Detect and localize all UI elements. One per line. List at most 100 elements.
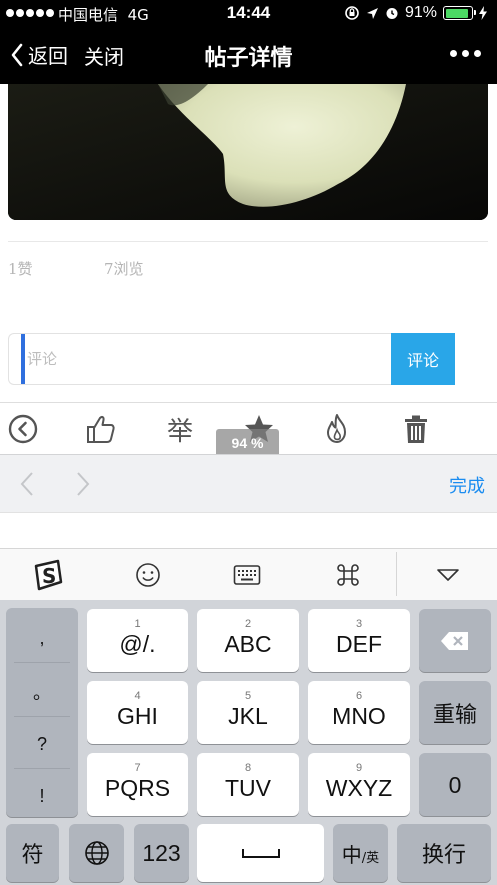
back-button[interactable]: 返回 (10, 40, 68, 69)
space-bar-icon (241, 849, 280, 858)
key-letters: MNO (332, 702, 386, 729)
top-bar: 中国电信 4G 14:44 91% 返回 关闭 帖子详情 (0, 0, 497, 84)
key-number: 2 (244, 617, 252, 630)
key-letters: JKL (228, 702, 268, 729)
globe-key[interactable] (69, 824, 124, 882)
battery-level-fill (445, 8, 469, 18)
post-image[interactable] (8, 84, 488, 220)
more-dot-icon (450, 50, 457, 57)
punct-key-comma[interactable]: , (6, 612, 78, 664)
key-8[interactable]: 8 TUV (197, 753, 299, 816)
comment-input[interactable] (27, 334, 387, 384)
nav-bar: 返回 关闭 帖子详情 (0, 28, 497, 84)
punct-divider (14, 716, 70, 717)
ime-toolbar: S (0, 548, 497, 600)
divider (8, 241, 488, 242)
charging-bolt-icon (479, 6, 487, 20)
emoji-button[interactable] (118, 549, 178, 601)
punct-key-exclaim[interactable]: ! (6, 770, 78, 822)
key-2[interactable]: 2 ABC (197, 609, 299, 672)
retype-label: 重输 (432, 702, 477, 728)
key-0[interactable]: 0 (419, 753, 491, 816)
trash-icon (405, 415, 427, 443)
post-photo (8, 84, 488, 220)
language-main: 中 (341, 842, 362, 867)
key-letters: WXYZ (325, 774, 393, 801)
keyboard-switch-button[interactable] (217, 549, 277, 601)
battery-percent: 91% (404, 4, 437, 21)
key-7[interactable]: 7 PQRS (87, 753, 188, 816)
return-label: 换行 (421, 843, 466, 868)
return-key[interactable]: 换行 (397, 824, 491, 882)
hide-keyboard-button[interactable] (418, 549, 478, 601)
previous-field-button[interactable] (12, 469, 42, 499)
punct-key-question[interactable]: ? (6, 718, 78, 770)
key-number: 8 (244, 761, 252, 774)
symbol-key[interactable]: 符 (6, 824, 59, 882)
sogou-logo-icon: S (34, 559, 63, 591)
key-letters: PQRS (104, 774, 171, 801)
key-6[interactable]: 6 MNO (308, 681, 410, 744)
punct-key-period[interactable]: 。 (6, 666, 78, 718)
symbol-label: 符 (21, 843, 44, 868)
chevron-left-icon (11, 43, 23, 66)
key-1[interactable]: 1 @/. (87, 609, 188, 672)
delete-button[interactable] (396, 411, 436, 447)
language-sub: /英 (361, 850, 380, 866)
more-dot-icon (462, 50, 469, 57)
location-arrow-icon (366, 7, 378, 19)
status-bar: 中国电信 4G 14:44 91% (0, 0, 497, 28)
backspace-key[interactable] (419, 609, 491, 672)
key-letters: GHI (117, 702, 158, 729)
key-letters: DEF (336, 630, 382, 657)
punct-divider (14, 768, 70, 769)
close-button[interactable]: 关闭 (84, 41, 124, 70)
backspace-icon (441, 631, 468, 650)
back-circle-icon (8, 414, 38, 444)
key-zero-label: 0 (448, 771, 462, 798)
ime-separator (396, 552, 397, 596)
text-cursor (21, 334, 25, 384)
retype-key[interactable]: 重输 (419, 681, 491, 744)
page-title: 帖子详情 (204, 46, 293, 71)
likes-count: 1赞 (8, 260, 33, 278)
hot-button[interactable] (317, 411, 357, 447)
language-label: 中/英 (342, 839, 379, 868)
key-3[interactable]: 3 DEF (308, 609, 410, 672)
status-right-group: 91% (344, 4, 487, 22)
smiley-icon (136, 563, 160, 587)
keyboard-icon (233, 565, 261, 585)
comment-submit-button[interactable]: 评论 (391, 333, 455, 385)
key-4[interactable]: 4 GHI (87, 681, 188, 744)
space-key[interactable] (197, 824, 324, 882)
like-button[interactable] (81, 411, 121, 447)
keyboard-candidate-area (0, 512, 497, 548)
key-number: 9 (355, 761, 363, 774)
punct-divider (14, 662, 70, 663)
key-number: 5 (244, 689, 252, 702)
key-letters: ABC (224, 630, 272, 657)
key-number: 6 (355, 689, 363, 702)
key-letters: @/. (119, 630, 156, 657)
key-5[interactable]: 5 JKL (197, 681, 299, 744)
more-options-button[interactable] (450, 50, 481, 57)
thumbs-up-icon (87, 415, 115, 443)
report-button[interactable]: 举 (160, 411, 200, 447)
done-button[interactable]: 完成 (449, 472, 485, 498)
number-mode-label: 123 (142, 840, 181, 866)
command-button[interactable] (318, 549, 378, 601)
number-mode-key[interactable]: 123 (134, 824, 189, 882)
orientation-lock-icon (345, 6, 359, 20)
chevron-left-icon (20, 472, 33, 496)
next-field-button[interactable] (68, 469, 98, 499)
more-dot-icon (474, 50, 481, 57)
battery-icon (443, 6, 476, 20)
key-number: 4 (134, 689, 141, 702)
svg-text:S: S (42, 564, 56, 588)
back-circle-button[interactable] (3, 411, 43, 447)
triangle-down-icon (437, 569, 459, 581)
globe-icon (84, 841, 109, 865)
language-switch-key[interactable]: 中/英 (333, 824, 388, 882)
sogou-logo-button[interactable]: S (18, 549, 78, 601)
key-9[interactable]: 9 WXYZ (308, 753, 410, 816)
